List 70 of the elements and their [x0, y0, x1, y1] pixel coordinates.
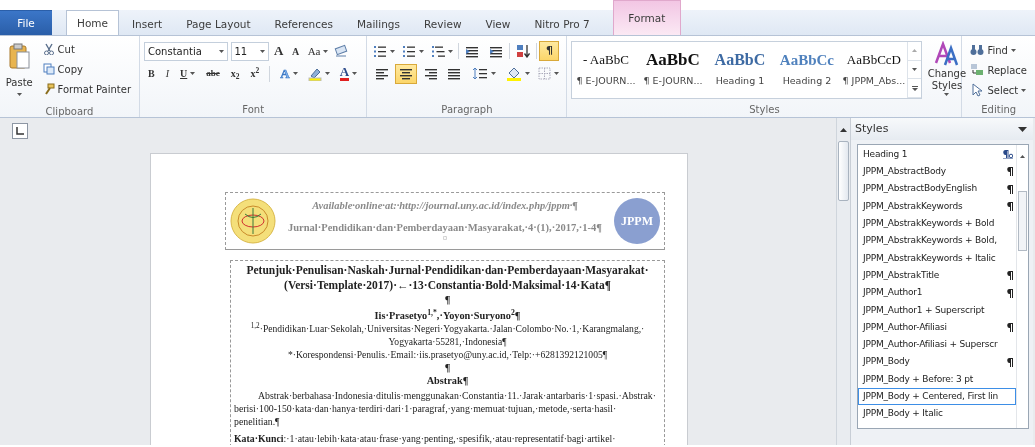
- editing-button[interactable]: Find: [966, 40, 1031, 60]
- paragraph-mark: ¶: [443, 293, 452, 306]
- editing-button[interactable]: Replace: [966, 60, 1031, 80]
- ribbon-tab[interactable]: Home: [66, 10, 119, 35]
- style-preset[interactable]: AaBbC ¶ E-JOURN...: [639, 42, 707, 98]
- cell-marker: ¤: [442, 235, 448, 243]
- style-list-item[interactable]: JPPM_Author-Afiliasi + Superscr: [858, 336, 1016, 354]
- style-list-item[interactable]: JPPM_Author1 + Superscript: [858, 301, 1016, 319]
- style-list-item[interactable]: JPPM_AbstrakKeywords + Italic: [858, 249, 1016, 268]
- style-list-item[interactable]: JPPM_Body + Italic: [858, 405, 1016, 423]
- show-marks-button[interactable]: ¶: [539, 41, 560, 61]
- font-button[interactable]: A: [271, 41, 287, 61]
- header-text: Available·online·at:·http://journal.uny.ac.id/index.php/jppm·¶: [311, 199, 579, 213]
- format-button[interactable]: A: [335, 63, 362, 84]
- document-paragraph: Abstrak·berbahasa·Indonesia·ditulis·menggunakan·Constantia·11.·Jarak·antarbaris·1·spasi.·Abstrak·berisi·100-150·kata·dan·hanya·terdiri·dari·1·paragraf,·yang·memuat·tujuan,·metode,·serta·hasil·penelitian.¶: [234, 389, 657, 428]
- ribbon-tab[interactable]: File: [0, 10, 52, 35]
- pane-title: Styles: [855, 120, 889, 137]
- document-paragraph: Iis·Prasetyo$^{1,*}$,·Yoyon·Suryono$^{2}$¶: [373, 309, 522, 322]
- ribbon-tab[interactable]: View: [474, 13, 522, 35]
- format-button[interactable]: U: [176, 63, 200, 84]
- format-button[interactable]: x$^{2}$: [246, 63, 264, 84]
- ribbon-tab[interactable]: Nitro Pro 7: [523, 13, 601, 35]
- style-list-item[interactable]: JPPM_Body: [858, 353, 1016, 371]
- change-styles-button[interactable]: Change Styles: [924, 39, 969, 103]
- ribbon-tab[interactable]: Mailings: [345, 13, 411, 35]
- editing-button[interactable]: Select: [966, 80, 1031, 100]
- format-button[interactable]: I: [161, 63, 173, 84]
- journal-logo: JPPM: [614, 198, 660, 244]
- ribbon-tab[interactable]: Insert: [121, 13, 174, 35]
- ribbon-tab[interactable]: Format: [612, 0, 681, 35]
- style-preset[interactable]: AaBbCcD ¶ JPPM_Abs...: [840, 42, 908, 98]
- clipboard-button[interactable]: Copy: [38, 59, 135, 79]
- style-preset[interactable]: AaBbC Heading 1: [706, 42, 774, 98]
- style-list-item[interactable]: Heading 1: [858, 146, 1016, 164]
- document-paragraph: Petunjuk·Penulisan·Naskah·Jurnal·Pendidikan·dan·Pemberdayaan·Masyarakat·(Versi·Template·2017)·←·13·Constantia·Bold·Maksimal·14·Kata¶: [245, 263, 650, 293]
- format-button[interactable]: x$_{2}$: [226, 63, 244, 84]
- document-paragraph: Kata·Kunci:·1·atau·lebih·kata·atau·frase·yang·penting,·spesifik,·atau·representatif·bagi·artikel·: [234, 432, 617, 445]
- paragraph-mark: ¶: [443, 361, 452, 374]
- style-list-item[interactable]: JPPM_AbstrakKeywords + Bold: [858, 215, 1016, 233]
- style-list-item[interactable]: JPPM_AbstractBody: [858, 163, 1016, 181]
- style-list-item[interactable]: JPPM_AbstrakTitle: [858, 267, 1016, 285]
- clipboard-button[interactable]: Format Painter: [38, 79, 135, 99]
- style-list-item[interactable]: JPPM_Author-Afiliasi: [858, 318, 1016, 337]
- font-name-field[interactable]: Constantia: [144, 41, 228, 61]
- format-button[interactable]: abe: [202, 63, 224, 84]
- header-text: Jurnal·Pendidikan·dan·Pemberdayaan·Masyarakat,·4·(1),·2017,·1-4¶: [287, 221, 603, 235]
- style-list-item[interactable]: JPPM_AbstractBodyEnglish: [858, 180, 1016, 198]
- group-label: Styles: [748, 103, 781, 117]
- group-label: Font: [241, 103, 266, 117]
- ribbon-tab[interactable]: References: [263, 13, 344, 35]
- font-button[interactable]: Aa: [304, 41, 332, 61]
- clipboard-button[interactable]: Cut: [38, 39, 135, 59]
- font-size-field[interactable]: 11: [230, 41, 269, 61]
- group-label: Clipboard: [44, 105, 95, 118]
- document-paragraph: *·Korespondensi·Penulis.·Email:·iis.prasetyo@uny.ac.id,·Telp:·+6281392121005¶: [286, 348, 609, 361]
- format-button[interactable]: B: [144, 63, 159, 84]
- style-list-item[interactable]: JPPM_Body + Centered, First lin: [858, 388, 1016, 406]
- style-list-item[interactable]: JPPM_AbstrakKeywords + Bold,: [858, 232, 1016, 250]
- ribbon-tab[interactable]: Page Layout: [175, 13, 262, 35]
- font-button[interactable]: A: [288, 41, 303, 61]
- document-paragraph: Abstrak¶: [425, 374, 470, 387]
- paste-button[interactable]: Paste: [4, 39, 35, 105]
- style-list-item[interactable]: JPPM_AbstrakKeywords: [858, 197, 1016, 216]
- style-preset[interactable]: - AaBbC ¶ E-JOURN...: [572, 42, 640, 98]
- style-list-item[interactable]: JPPM_Author1: [858, 284, 1016, 302]
- group-label: Editing: [980, 103, 1018, 117]
- style-list-item[interactable]: JPPM_Body + Before: 3 pt: [858, 370, 1016, 389]
- ribbon-tab[interactable]: Review: [413, 13, 473, 35]
- group-label: Paragraph: [440, 103, 494, 117]
- style-preset[interactable]: AaBbCc Heading 2: [773, 42, 841, 98]
